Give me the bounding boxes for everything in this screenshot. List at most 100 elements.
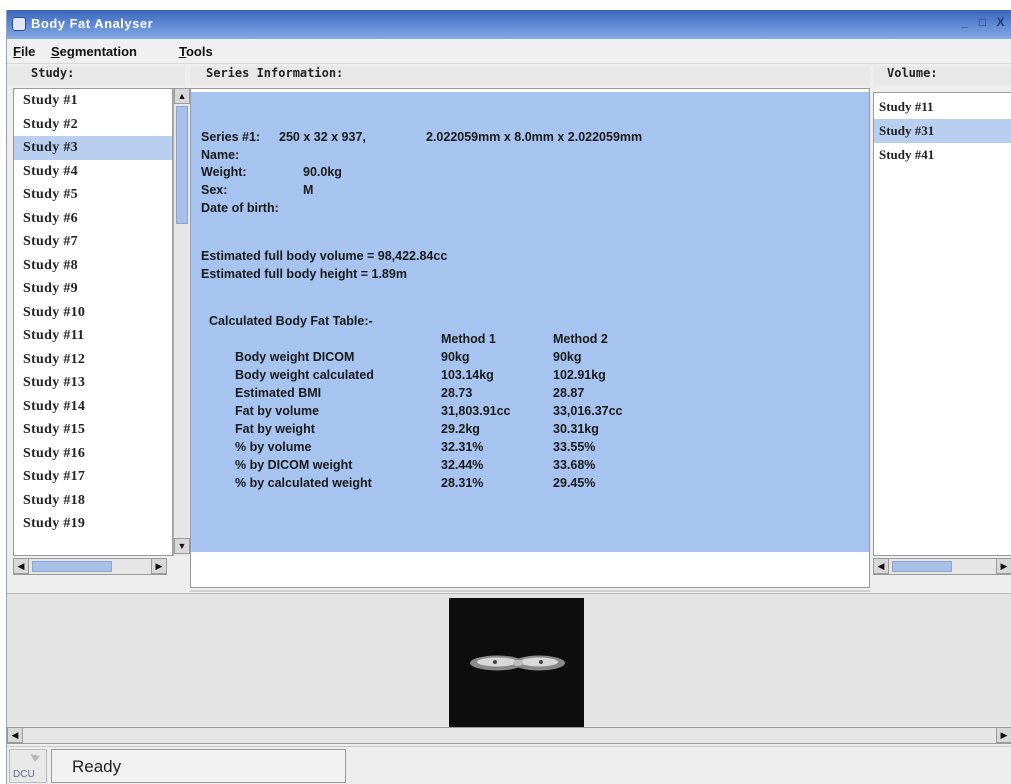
app-icon [12, 17, 26, 31]
series-panel-header: Series Information: [190, 66, 870, 86]
scroll-left-arrow-icon[interactable]: ◀ [13, 558, 29, 574]
table-cell-method-2: 30.31kg [553, 422, 599, 436]
study-list[interactable]: Study #1 Study #2 Study #3 Study #4 Study #5… [13, 88, 173, 556]
table-row-label: Body weight DICOM [235, 350, 355, 364]
ct-slice-image[interactable] [449, 598, 584, 729]
sex-label: Sex: [201, 183, 228, 197]
series-information-panel: Series #1: 250 x 32 x 937, 2.022059mm x … [190, 88, 870, 588]
logo-text: DCU [13, 769, 35, 780]
study-list-item[interactable]: Study #14 [14, 395, 172, 419]
status-text: Ready [72, 757, 122, 776]
table-cell-method-1: 32.31% [441, 440, 484, 454]
window-title: Body Fat Analyser [31, 16, 154, 31]
menu-segmentation[interactable]: Segmentation [51, 44, 137, 59]
menu-file[interactable]: File [13, 44, 35, 59]
table-row-label: Estimated BMI [235, 386, 322, 400]
close-button[interactable]: X [993, 16, 1008, 31]
dcu-logo: DCU [9, 749, 47, 783]
status-field: Ready [51, 749, 346, 783]
table-row-label: Fat by weight [235, 422, 315, 436]
table-row-label: Fat by volume [235, 404, 320, 418]
scroll-up-arrow-icon[interactable]: ▲ [174, 88, 190, 104]
name-label: Name: [201, 148, 240, 162]
estimated-height: Estimated full body height = 1.89m [201, 267, 407, 281]
study-list-vscrollbar[interactable]: ▲ ▼ [173, 88, 190, 556]
table-cell-method-2: 28.87 [553, 386, 585, 400]
menu-tools[interactable]: Tools [179, 44, 213, 59]
study-panel-header: Study: [7, 66, 185, 86]
study-list-item[interactable]: Study #5 [14, 183, 172, 207]
weight-label: Weight: [201, 165, 247, 179]
weight-value: 90.0kg [303, 165, 342, 179]
scroll-right-arrow-icon[interactable]: ▶ [996, 558, 1011, 574]
dob-label: Date of birth: [201, 201, 279, 215]
series-spacing: 2.022059mm x 8.0mm x 2.022059mm [426, 130, 643, 144]
study-list-item[interactable]: Study #8 [14, 254, 172, 278]
study-list-item[interactable]: Study #6 [14, 207, 172, 231]
volume-list[interactable]: Study #11 Study #31 Study #41 [873, 92, 1011, 556]
scroll-thumb[interactable] [32, 561, 112, 572]
table-cell-method-1: 90kg [441, 350, 470, 364]
study-list-item[interactable]: Study #12 [14, 348, 172, 372]
volume-list-hscrollbar[interactable]: ◀ ▶ [873, 558, 1011, 575]
title-bar[interactable]: Body Fat Analyser _ □ X [7, 10, 1011, 39]
study-list-item[interactable]: Study #7 [14, 230, 172, 254]
scroll-right-arrow-icon[interactable]: ▶ [151, 558, 167, 574]
table-cell-method-1: 28.73 [441, 386, 473, 400]
series-divider [190, 590, 870, 592]
maximize-button[interactable]: □ [975, 16, 990, 31]
scroll-left-arrow-icon[interactable]: ◀ [873, 558, 889, 574]
status-bar: DCU Ready [7, 746, 1011, 784]
study-list-item[interactable]: Study #4 [14, 160, 172, 184]
scroll-down-arrow-icon[interactable]: ▼ [174, 538, 190, 554]
study-list-item[interactable]: Study #19 [14, 512, 172, 536]
study-list-item[interactable]: Study #3 [14, 136, 172, 160]
table-cell-method-1: 28.31% [441, 476, 484, 490]
table-row-label: % by calculated weight [235, 476, 372, 490]
study-list-item[interactable]: Study #17 [14, 465, 172, 489]
study-list-item[interactable]: Study #9 [14, 277, 172, 301]
scroll-thumb[interactable] [176, 106, 188, 224]
minimize-button[interactable]: _ [957, 16, 972, 31]
study-list-hscrollbar[interactable]: ◀ ▶ [13, 558, 167, 575]
study-list-item[interactable]: Study #11 [14, 324, 172, 348]
table-cell-method-2: 33.68% [553, 458, 596, 472]
study-list-item[interactable]: Study #10 [14, 301, 172, 325]
table-cell-method-2: 102.91kg [553, 368, 606, 382]
table-cell-method-2: 29.45% [553, 476, 596, 490]
estimated-volume: Estimated full body volume = 98,422.84cc [201, 249, 448, 263]
study-list-item[interactable]: Study #13 [14, 371, 172, 395]
study-list-item[interactable]: Study #2 [14, 113, 172, 137]
column-method-2: Method 2 [553, 332, 608, 346]
study-list-item[interactable]: Study #16 [14, 442, 172, 466]
series-info-content: Series #1: 250 x 32 x 937, 2.022059mm x … [191, 92, 869, 552]
series-label: Series #1: [201, 130, 261, 144]
image-hscrollbar[interactable]: ◀ ▶ [7, 727, 1011, 744]
table-row-label: % by volume [235, 440, 312, 454]
scroll-thumb[interactable] [892, 561, 952, 572]
study-list-item[interactable]: Study #15 [14, 418, 172, 442]
volume-list-item[interactable]: Study #11 [874, 95, 1011, 119]
menu-bar: File Segmentation Tools [7, 39, 1011, 64]
table-cell-method-1: 31,803.91cc [441, 404, 511, 418]
table-cell-method-1: 103.14kg [441, 368, 494, 382]
image-preview-panel [7, 593, 1011, 729]
table-cell-method-1: 29.2kg [441, 422, 480, 436]
table-row-label: % by DICOM weight [235, 458, 353, 472]
scroll-right-arrow-icon[interactable]: ▶ [996, 727, 1011, 743]
body-cross-section-icon [470, 655, 565, 671]
volume-list-item[interactable]: Study #31 [874, 119, 1011, 143]
scroll-left-arrow-icon[interactable]: ◀ [7, 727, 23, 743]
study-list-item[interactable]: Study #18 [14, 489, 172, 513]
study-list-item[interactable]: Study #1 [14, 89, 172, 113]
table-cell-method-2: 33,016.37cc [553, 404, 623, 418]
volume-panel-header: Volume: [873, 66, 1011, 86]
body-fat-table-title: Calculated Body Fat Table:- [209, 314, 373, 328]
table-cell-method-2: 90kg [553, 350, 582, 364]
series-dimensions: 250 x 32 x 937, [279, 130, 366, 144]
app-window: Body Fat Analyser _ □ X File Segmentatio… [6, 10, 1011, 784]
volume-list-item[interactable]: Study #41 [874, 143, 1011, 167]
table-cell-method-2: 33.55% [553, 440, 596, 454]
sex-value: M [303, 183, 314, 197]
table-cell-method-1: 32.44% [441, 458, 484, 472]
